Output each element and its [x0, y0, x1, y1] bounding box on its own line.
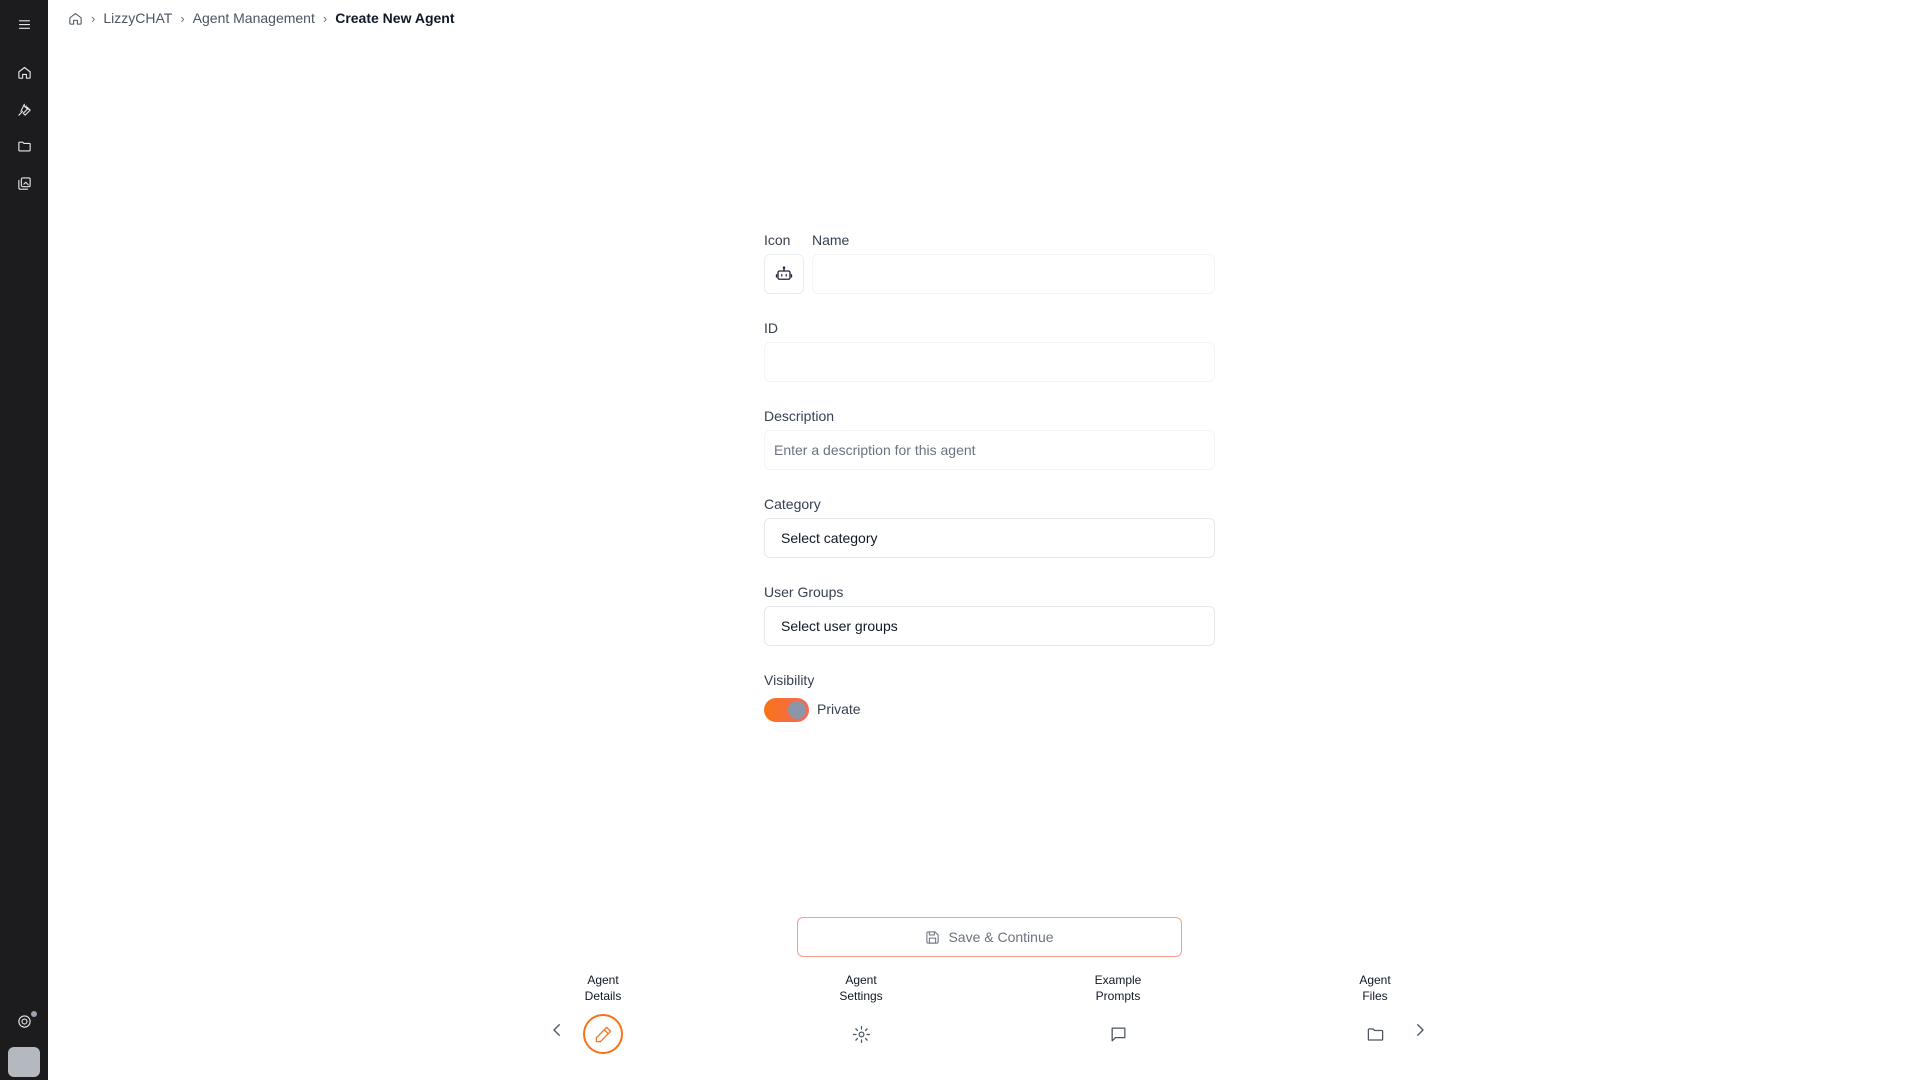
- user-groups-select-value: Select user groups: [781, 618, 898, 634]
- save-continue-button[interactable]: Save & Continue: [797, 917, 1182, 957]
- visibility-value: Private: [817, 701, 861, 717]
- id-label: ID: [764, 320, 778, 336]
- name-input[interactable]: [812, 254, 1215, 294]
- breadcrumb-item-current: Create New Agent: [335, 10, 455, 26]
- save-icon: [926, 930, 940, 944]
- category-select-value: Select category: [781, 530, 878, 546]
- chevron-right-icon: [1417, 1024, 1424, 1036]
- pencil-icon: [595, 1026, 611, 1042]
- bot-icon: [775, 266, 793, 280]
- icon-label: Icon: [764, 232, 791, 248]
- breadcrumb: › LizzyCHAT › Agent Management › Create …: [68, 8, 455, 28]
- chat-icon: [1111, 1027, 1125, 1041]
- save-continue-label: Save & Continue: [948, 929, 1054, 945]
- user-groups-label: User Groups: [764, 584, 844, 600]
- description-input[interactable]: [764, 430, 1215, 470]
- step-label-agent-settings: Agent Settings: [839, 973, 883, 1003]
- home-icon[interactable]: [12, 60, 36, 84]
- visibility-label: Visibility: [764, 672, 815, 688]
- menu-icon[interactable]: [12, 12, 36, 36]
- breadcrumb-separator: ›: [322, 10, 328, 26]
- breadcrumb-separator: ›: [91, 10, 96, 26]
- name-label: Name: [812, 232, 850, 248]
- description-label: Description: [764, 408, 835, 424]
- wrench-icon[interactable]: [12, 97, 36, 121]
- folder-icon[interactable]: [12, 134, 36, 158]
- step-agent-settings[interactable]: [841, 1014, 881, 1054]
- breadcrumb-item-agent-management[interactable]: Agent Management: [193, 10, 315, 26]
- notification-dot: [31, 1011, 37, 1017]
- visibility-toggle[interactable]: [764, 698, 809, 722]
- sidebar: [0, 0, 48, 1080]
- step-label-agent-files: Agent Files: [1359, 973, 1391, 1003]
- category-label: Category: [764, 496, 821, 512]
- gear-icon: [852, 1025, 870, 1043]
- previous-step-arrow[interactable]: [545, 1018, 569, 1042]
- step-agent-details[interactable]: [583, 1014, 623, 1054]
- avatar[interactable]: [8, 1047, 40, 1077]
- step-label-agent-details: Agent Details: [584, 973, 622, 1003]
- folder-icon: [1367, 1027, 1383, 1041]
- home-icon[interactable]: [68, 11, 83, 26]
- toggle-knob: [788, 701, 806, 719]
- step-example-prompts[interactable]: [1098, 1014, 1138, 1054]
- category-select[interactable]: Select category: [764, 518, 1215, 558]
- id-input[interactable]: [764, 342, 1215, 382]
- breadcrumb-separator: ›: [180, 10, 185, 26]
- step-agent-files[interactable]: [1355, 1014, 1395, 1054]
- gallery-icon[interactable]: [12, 171, 36, 195]
- user-groups-select[interactable]: Select user groups: [764, 606, 1215, 646]
- step-label-example-prompts: Example Prompts: [1094, 973, 1142, 1003]
- breadcrumb-item-lizzychat[interactable]: LizzyCHAT: [103, 10, 172, 26]
- next-step-arrow[interactable]: [1408, 1018, 1432, 1042]
- chevron-left-icon: [553, 1024, 560, 1036]
- agent-icon-picker[interactable]: [764, 254, 804, 294]
